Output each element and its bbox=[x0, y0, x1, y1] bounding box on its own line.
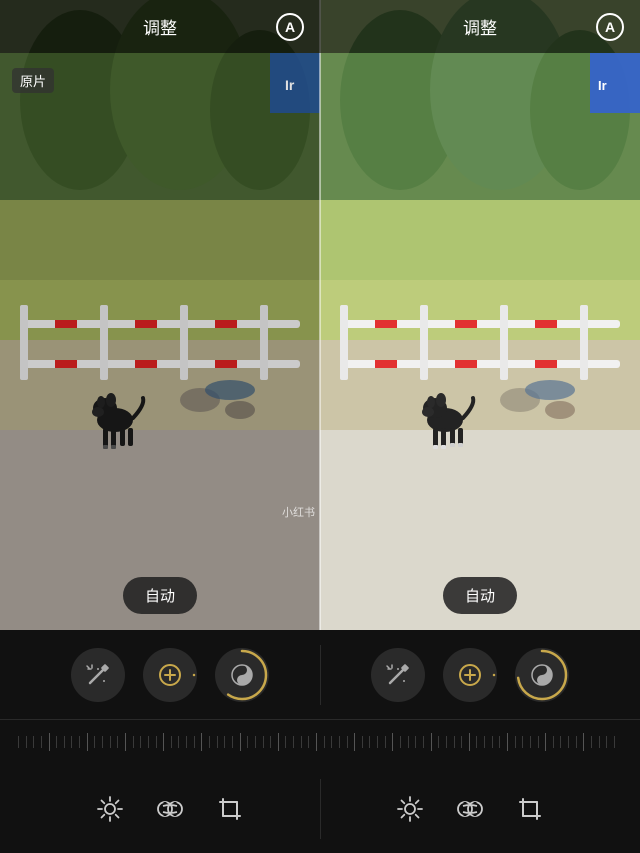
sun-button-left[interactable] bbox=[92, 791, 128, 827]
header-right: 调整 A bbox=[320, 0, 640, 53]
bottom-icons-row bbox=[0, 764, 640, 853]
link-button-right[interactable] bbox=[452, 791, 488, 827]
photo-left-scene: Ir bbox=[0, 0, 320, 630]
header-right-title: 调整 bbox=[463, 14, 497, 39]
tick-marks bbox=[10, 733, 630, 751]
crop-icon-right bbox=[515, 794, 545, 824]
original-label: 原片 bbox=[12, 68, 54, 93]
sun-icon-left bbox=[95, 794, 125, 824]
link-button-left[interactable] bbox=[152, 791, 188, 827]
link-icon-left bbox=[155, 794, 185, 824]
contrast-ring-left bbox=[215, 648, 269, 702]
slider-row[interactable] bbox=[0, 720, 640, 764]
crop-button-left[interactable] bbox=[212, 791, 248, 827]
wand-button-right[interactable] bbox=[371, 648, 425, 702]
tool-icon-row bbox=[0, 630, 640, 720]
plus-circle-button-right[interactable] bbox=[443, 648, 497, 702]
bottom-toolbar bbox=[0, 630, 640, 853]
photo-right-scene: Ir bbox=[320, 0, 640, 630]
bottom-icon-group-right bbox=[321, 791, 621, 827]
crop-icon-left bbox=[215, 794, 245, 824]
plus-circle-ring-left bbox=[143, 648, 197, 702]
contrast-button-right[interactable] bbox=[515, 648, 569, 702]
contrast-ring-right bbox=[515, 648, 569, 702]
crop-button-right[interactable] bbox=[512, 791, 548, 827]
auto-button-right[interactable]: 自动 bbox=[443, 577, 517, 614]
header-left-title: 调整 bbox=[143, 14, 177, 39]
watermark-left: 小红书 bbox=[282, 504, 315, 520]
header: 调整 A 调整 A bbox=[0, 0, 640, 53]
plus-circle-button-left[interactable] bbox=[143, 648, 197, 702]
header-left: 调整 A bbox=[0, 0, 320, 53]
sun-button-right[interactable] bbox=[392, 791, 428, 827]
photo-comparison-area: Ir bbox=[0, 0, 640, 630]
wand-icon-right bbox=[384, 661, 412, 689]
photo-left: Ir bbox=[0, 0, 320, 630]
header-left-icon[interactable]: A bbox=[276, 13, 304, 41]
sun-icon-right bbox=[395, 794, 425, 824]
bottom-icon-group-left bbox=[20, 791, 320, 827]
wand-icon-left bbox=[84, 661, 112, 689]
plus-circle-ring-right bbox=[443, 648, 497, 702]
link-icon-right bbox=[455, 794, 485, 824]
photo-right: Ir bbox=[320, 0, 640, 630]
icon-group-right bbox=[321, 648, 621, 702]
icon-group-left bbox=[20, 648, 320, 702]
contrast-button-left[interactable] bbox=[215, 648, 269, 702]
auto-button-left[interactable]: 自动 bbox=[123, 577, 197, 614]
wand-button-left[interactable] bbox=[71, 648, 125, 702]
header-right-icon[interactable]: A bbox=[596, 13, 624, 41]
comparison-divider bbox=[319, 0, 321, 630]
